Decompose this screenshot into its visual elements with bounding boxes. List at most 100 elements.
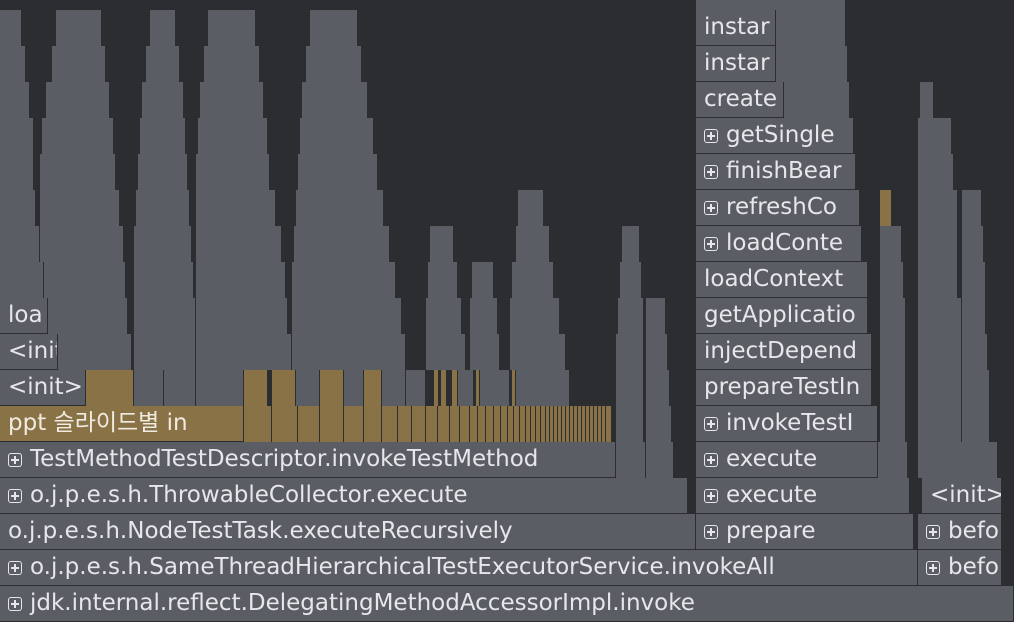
frame-load-context[interactable]: loadContext	[696, 262, 868, 298]
expand-icon[interactable]	[8, 561, 22, 575]
frame-slice[interactable]	[962, 370, 990, 406]
frame-slice[interactable]	[302, 82, 368, 118]
frame-slice[interactable]	[134, 226, 192, 262]
frame-slice-highlighted[interactable]	[272, 370, 296, 406]
frame-slice[interactable]	[646, 406, 672, 442]
frame-slice[interactable]	[616, 334, 644, 370]
frame-slice[interactable]	[616, 442, 646, 478]
frame-slice[interactable]	[470, 298, 498, 334]
frame-slice-highlighted[interactable]	[486, 406, 494, 442]
frame-slice[interactable]	[962, 190, 982, 226]
frame-slice[interactable]	[134, 298, 196, 334]
frame-slice[interactable]	[880, 334, 906, 370]
frame-slice[interactable]	[878, 442, 908, 478]
frame-execute-2[interactable]: execute	[696, 478, 910, 514]
frame-loa[interactable]: loa	[0, 298, 48, 334]
expand-icon[interactable]	[704, 237, 718, 251]
frame-slice[interactable]	[918, 406, 962, 442]
frame-slice[interactable]	[616, 370, 644, 406]
frame-create-bean[interactable]: create	[696, 82, 784, 118]
frame-slice[interactable]	[920, 82, 934, 118]
frame-delegating-invoke[interactable]: jdk.internal.reflect.DelegatingMethodAcc…	[0, 586, 1014, 622]
expand-icon[interactable]	[8, 597, 22, 611]
frame-slice[interactable]	[918, 226, 958, 262]
frame-slice[interactable]	[918, 154, 954, 190]
frame-slice[interactable]	[0, 226, 40, 262]
frame-slice[interactable]	[0, 46, 26, 82]
frame-slice[interactable]	[784, 82, 850, 118]
frame-slice[interactable]	[48, 298, 128, 334]
frame-slice[interactable]	[0, 190, 36, 226]
frame-slice[interactable]	[616, 406, 644, 442]
expand-icon[interactable]	[704, 417, 718, 431]
frame-slice[interactable]	[518, 190, 544, 226]
frame-slice[interactable]	[0, 10, 22, 46]
frame-slice-highlighted[interactable]	[320, 370, 344, 406]
frame-slice[interactable]	[622, 226, 640, 262]
frame-slice-highlighted[interactable]	[478, 406, 486, 442]
frame-slice-highlighted[interactable]	[434, 370, 439, 406]
frame-slice[interactable]	[458, 370, 474, 406]
expand-icon[interactable]	[8, 453, 22, 467]
frame-load-context-expandable[interactable]: loadConte	[696, 226, 862, 262]
frame-slice[interactable]	[292, 334, 406, 370]
frame-slice[interactable]	[512, 262, 554, 298]
frame-slice[interactable]	[776, 46, 848, 82]
frame-slice-highlighted[interactable]	[606, 406, 612, 442]
frame-slice-highlighted[interactable]	[460, 406, 470, 442]
frame-slice[interactable]	[426, 298, 462, 334]
frame-slice[interactable]	[40, 226, 124, 262]
frame-slice[interactable]	[294, 226, 390, 262]
frame-slice-highlighted[interactable]	[364, 406, 382, 442]
frame-slice[interactable]	[646, 334, 668, 370]
frame-slice[interactable]	[204, 46, 260, 82]
expand-icon[interactable]	[704, 165, 718, 179]
expand-icon[interactable]	[8, 489, 22, 503]
frame-slice[interactable]	[196, 154, 270, 190]
frame-before-2[interactable]: befo	[918, 550, 1002, 586]
frame-slice-highlighted[interactable]	[494, 406, 501, 442]
frame-slice[interactable]	[196, 334, 292, 370]
frame-init-1[interactable]: <init>	[0, 370, 86, 406]
frame-slice[interactable]	[138, 154, 188, 190]
frame-slice-highlighted[interactable]	[86, 370, 134, 406]
frame-slice[interactable]	[918, 262, 958, 298]
expand-icon[interactable]	[704, 489, 718, 503]
frame-slice[interactable]	[428, 262, 458, 298]
frame-slice[interactable]	[196, 298, 288, 334]
expand-icon[interactable]	[926, 561, 940, 575]
frame-invoke-test-method[interactable]: TestMethodTestDescriptor.invokeTestMetho…	[0, 442, 616, 478]
frame-slice-highlighted[interactable]	[880, 190, 892, 226]
frame-invoke-all[interactable]: o.j.p.e.s.h.SameThreadHierarchicalTestEx…	[0, 550, 918, 586]
frame-slice-highlighted[interactable]	[501, 406, 508, 442]
frame-slice[interactable]	[150, 10, 176, 46]
frame-slice[interactable]	[516, 370, 570, 406]
frame-slice[interactable]	[646, 370, 670, 406]
frame-slice[interactable]	[646, 298, 666, 334]
frame-invoke-test-instance[interactable]: invokeTestI	[696, 406, 878, 442]
frame-slice[interactable]	[962, 262, 986, 298]
frame-slice[interactable]	[618, 298, 644, 334]
frame-slice-highlighted[interactable]	[298, 406, 320, 442]
frame-instantiate-2[interactable]: instar	[696, 46, 776, 82]
frame-slice[interactable]	[296, 370, 320, 406]
frame-init-2[interactable]: <init	[0, 334, 58, 370]
frame-slice-highlighted[interactable]	[412, 406, 426, 442]
frame-prepare[interactable]: prepare	[696, 514, 914, 550]
frame-slice[interactable]	[480, 370, 510, 406]
frame-slice[interactable]	[134, 370, 164, 406]
frame-prepare-test-instance[interactable]: prepareTestIn	[696, 370, 872, 406]
frame-instantiate-1[interactable]: instar	[696, 10, 776, 46]
frame-slice[interactable]	[310, 10, 358, 46]
frame-execute-1[interactable]: execute	[696, 442, 878, 478]
frame-slice[interactable]	[298, 154, 378, 190]
frame-slice[interactable]	[292, 298, 402, 334]
frame-slice[interactable]	[880, 370, 906, 406]
frame-slice-highlighted[interactable]	[438, 406, 450, 442]
frame-slice[interactable]	[136, 190, 190, 226]
frame-init-right[interactable]: <init>	[922, 478, 1002, 514]
frame-slice[interactable]	[134, 334, 196, 370]
frame-refresh-context[interactable]: refreshCo	[696, 190, 860, 226]
frame-slice-highlighted[interactable]	[344, 406, 364, 442]
frame-finish-bean-factory[interactable]: finishBear	[696, 154, 856, 190]
